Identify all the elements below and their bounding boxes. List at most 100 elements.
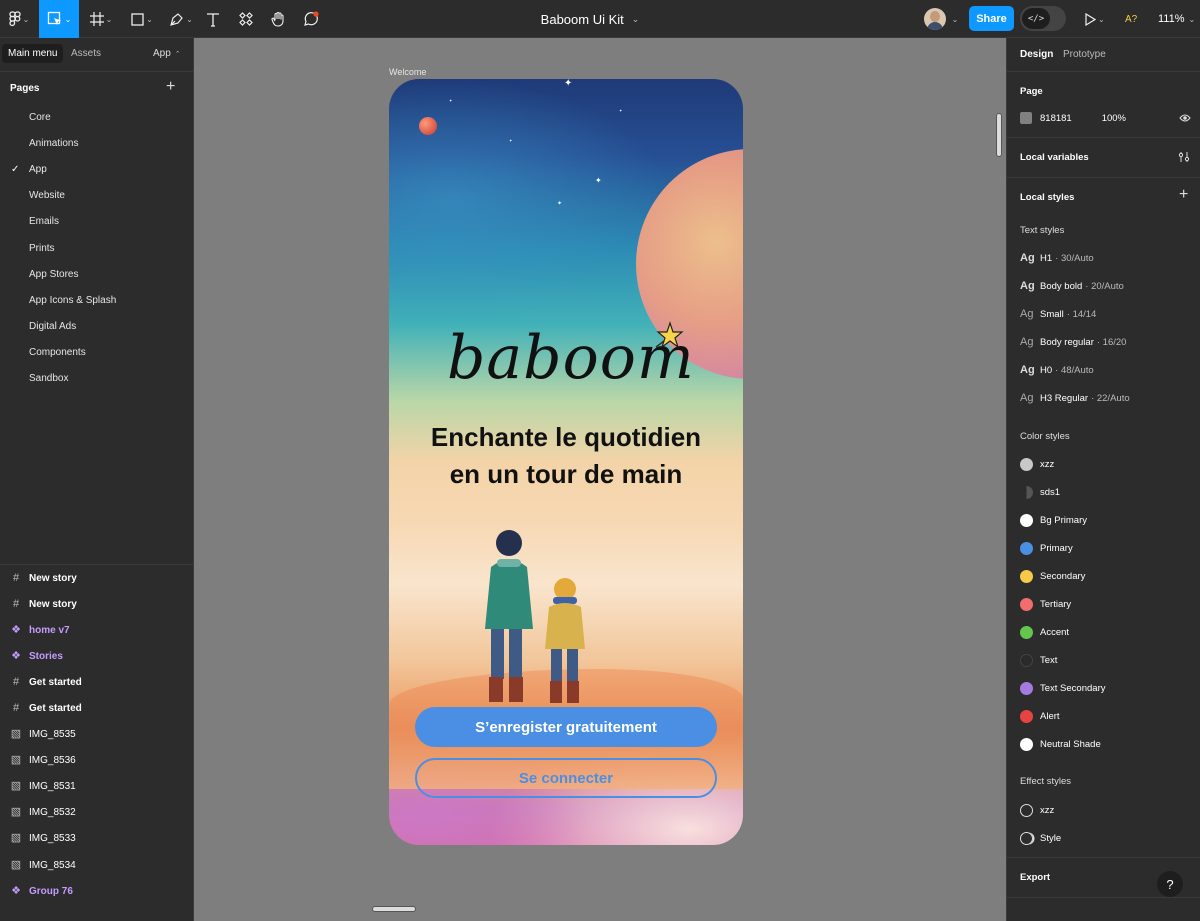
play-icon bbox=[1085, 12, 1096, 26]
register-button[interactable]: S’enregister gratuitement bbox=[415, 707, 717, 747]
main-menu-tooltip[interactable]: Main menu bbox=[2, 44, 64, 63]
text-style-item[interactable]: Ag Body regular · 16/20 bbox=[1020, 335, 1126, 349]
text-tool-icon bbox=[207, 12, 219, 27]
frame-icon: # bbox=[12, 597, 20, 610]
eye-icon[interactable] bbox=[1179, 113, 1191, 123]
dev-mode-toggle[interactable]: </> bbox=[1020, 6, 1066, 31]
layer-item[interactable]: ❖ Stories bbox=[0, 643, 193, 669]
layer-item[interactable]: ❖ Group 76 bbox=[0, 878, 193, 904]
color-style-item[interactable]: Alert bbox=[1020, 709, 1060, 723]
horizontal-scrollbar[interactable] bbox=[372, 906, 416, 912]
tab-prototype[interactable]: Prototype bbox=[1063, 49, 1106, 60]
canvas[interactable]: Welcome ✦ ✦ ✦ ✦ ✦ ✦ baboom Enchante le q… bbox=[194, 38, 1006, 921]
avatar-head bbox=[930, 11, 940, 22]
local-variables-section[interactable]: Local variables bbox=[1007, 138, 1200, 178]
page-item[interactable]: Core bbox=[0, 104, 193, 130]
layer-item[interactable]: # Get started bbox=[0, 695, 193, 721]
page-item[interactable]: Animations bbox=[0, 130, 193, 156]
chevron-down-icon: ⌄ bbox=[64, 14, 72, 24]
layer-label: Get started bbox=[29, 676, 82, 688]
layer-item[interactable]: ▧ IMG_8532 bbox=[0, 800, 193, 826]
layer-label: New story bbox=[29, 572, 77, 584]
pen-tool-button[interactable]: ⌄ bbox=[166, 0, 196, 38]
file-title[interactable]: Baboom Ui Kit ⌄ bbox=[500, 0, 680, 38]
welcome-frame[interactable]: ✦ ✦ ✦ ✦ ✦ ✦ baboom Enchante le quotidien… bbox=[389, 79, 743, 845]
color-style-item[interactable]: Tertiary bbox=[1020, 597, 1071, 611]
layer-item[interactable]: # New story bbox=[0, 565, 193, 591]
color-style-item[interactable]: sds1 bbox=[1020, 485, 1060, 499]
text-style-icon: Ag bbox=[1020, 364, 1035, 376]
layer-item[interactable]: ▧ IMG_8536 bbox=[0, 748, 193, 774]
page-opacity-value[interactable]: 100% bbox=[1102, 113, 1126, 124]
text-style-item[interactable]: Ag H1 · 30/Auto bbox=[1020, 251, 1094, 265]
page-color-value[interactable]: 818181 bbox=[1040, 113, 1072, 124]
color-style-item[interactable]: Accent bbox=[1020, 625, 1069, 639]
missing-fonts-button[interactable]: A? bbox=[1125, 0, 1137, 38]
login-button[interactable]: Se connecter bbox=[415, 758, 717, 798]
layer-item[interactable]: # New story bbox=[0, 591, 193, 617]
comment-tool-button[interactable] bbox=[300, 0, 322, 38]
color-style-item[interactable]: Neutral Shade bbox=[1020, 737, 1101, 751]
text-style-item[interactable]: Ag Body bold · 20/Auto bbox=[1020, 279, 1124, 293]
hand-tool-button[interactable] bbox=[267, 0, 289, 38]
text-style-item[interactable]: Ag Small · 14/14 bbox=[1020, 307, 1096, 321]
page-item-active[interactable]: ✓ App bbox=[0, 156, 193, 182]
page-item[interactable]: Components bbox=[0, 340, 193, 366]
layer-item[interactable]: ❖ home v7 bbox=[0, 617, 193, 643]
effect-style-item[interactable]: xzz bbox=[1020, 803, 1054, 817]
figma-logo-icon bbox=[8, 11, 21, 27]
effect-style-name: Style bbox=[1040, 832, 1062, 844]
page-item[interactable]: App Icons & Splash bbox=[0, 287, 193, 313]
avatar[interactable] bbox=[924, 8, 946, 30]
resources-button[interactable] bbox=[236, 0, 256, 38]
layer-item[interactable]: # Get started bbox=[0, 669, 193, 695]
figma-menu-button[interactable]: ⌄ bbox=[4, 0, 34, 38]
chevron-down-icon[interactable]: ⌄ bbox=[949, 0, 959, 38]
local-styles-section: Local styles + Text styles Ag H1 · 30/Auto… bbox=[1007, 178, 1200, 858]
page-item[interactable]: Prints bbox=[0, 235, 193, 261]
color-style-item[interactable]: Text Secondary bbox=[1020, 681, 1105, 695]
help-button[interactable]: ? bbox=[1157, 871, 1183, 897]
color-swatch bbox=[1020, 709, 1033, 723]
layer-label: IMG_8536 bbox=[29, 755, 76, 767]
page-item[interactable]: Website bbox=[0, 183, 193, 209]
frame-tool-button[interactable]: ⌄ bbox=[86, 0, 116, 38]
text-tool-button[interactable] bbox=[203, 0, 223, 38]
page-item[interactable]: Emails bbox=[0, 209, 193, 235]
present-button[interactable]: ⌄ bbox=[1084, 0, 1105, 38]
color-style-item[interactable]: Bg Primary bbox=[1020, 513, 1087, 527]
color-style-item[interactable]: Primary bbox=[1020, 541, 1073, 555]
shape-tool-button[interactable]: ⌄ bbox=[127, 0, 157, 38]
tab-design[interactable]: Design bbox=[1020, 49, 1053, 60]
text-style-item[interactable]: Ag H0 · 48/Auto bbox=[1020, 363, 1094, 377]
page-item[interactable]: App Stores bbox=[0, 261, 193, 287]
layer-item[interactable]: ▧ IMG_8534 bbox=[0, 852, 193, 878]
effect-style-item[interactable]: Style bbox=[1020, 831, 1061, 845]
variables-settings-icon[interactable] bbox=[1178, 151, 1190, 163]
text-style-item[interactable]: Ag H3 Regular · 22/Auto bbox=[1020, 391, 1130, 405]
tab-assets[interactable]: Assets bbox=[71, 48, 101, 59]
star-icon: ✦ bbox=[557, 201, 563, 207]
frame-label[interactable]: Welcome bbox=[389, 67, 426, 77]
page-color-row[interactable]: 818181 100% bbox=[1020, 112, 1126, 124]
move-tool-button[interactable]: ⌄ bbox=[39, 0, 79, 38]
layer-item[interactable]: ▧ IMG_8531 bbox=[0, 774, 193, 800]
page-color-swatch[interactable] bbox=[1020, 112, 1032, 124]
zoom-control[interactable]: 111% ⌄ bbox=[1158, 0, 1195, 38]
vertical-scrollbar[interactable] bbox=[996, 113, 1002, 157]
page-item[interactable]: Sandbox bbox=[0, 366, 193, 392]
add-style-icon[interactable]: + bbox=[1179, 186, 1188, 204]
color-style-item[interactable]: Text bbox=[1020, 653, 1057, 667]
layer-item[interactable]: ▧ IMG_8533 bbox=[0, 826, 193, 852]
image-icon: ▧ bbox=[10, 832, 22, 845]
page-item[interactable]: Digital Ads bbox=[0, 314, 193, 340]
share-button[interactable]: Share bbox=[969, 6, 1014, 31]
layer-item[interactable]: ▧ IMG_8535 bbox=[0, 722, 193, 748]
add-page-icon[interactable]: + bbox=[166, 78, 175, 96]
color-style-item[interactable]: Secondary bbox=[1020, 569, 1085, 583]
frame-icon: # bbox=[12, 701, 20, 714]
component-icon: ❖ bbox=[11, 623, 21, 636]
color-style-item[interactable]: xzz bbox=[1020, 457, 1054, 471]
headline-line-1: Enchante le quotidien bbox=[430, 422, 702, 452]
page-selector[interactable]: App ⌃ bbox=[153, 48, 181, 59]
